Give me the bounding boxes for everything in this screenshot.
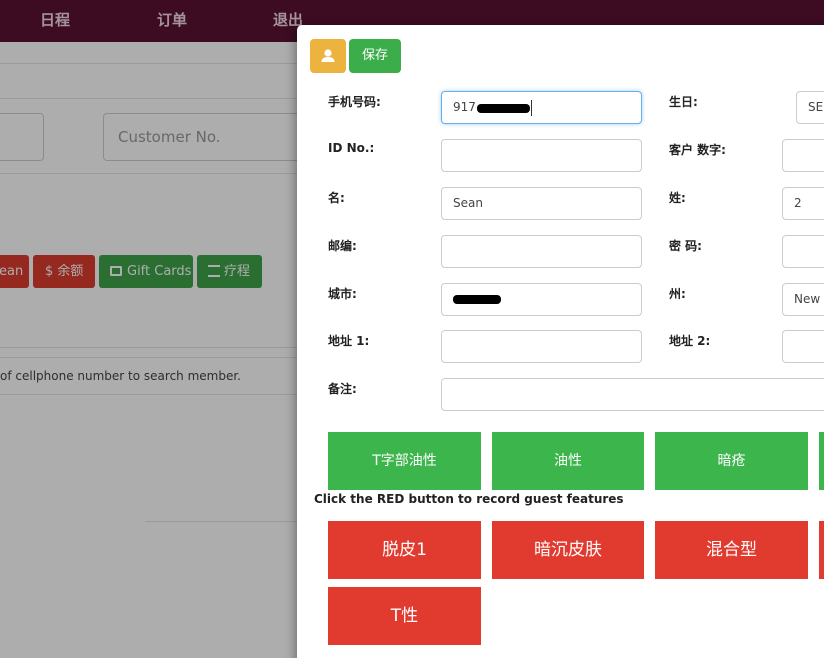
birthday-input[interactable]: SE	[796, 91, 824, 124]
user-icon	[321, 49, 335, 62]
zip-label: 邮编:	[328, 239, 357, 253]
phone-label: 手机号码:	[328, 95, 381, 109]
address1-label: 地址 1:	[328, 334, 370, 348]
feature-button-oily[interactable]: 油性	[492, 432, 644, 490]
birthday-value: SE	[808, 100, 824, 114]
state-select[interactable]: New	[782, 283, 824, 316]
features-hint: Click the RED button to record guest fea…	[314, 492, 624, 506]
user-button[interactable]	[310, 39, 346, 73]
redaction-mark	[453, 295, 501, 304]
last-name-input[interactable]: 2	[782, 187, 824, 220]
state-label: 州:	[669, 287, 686, 301]
address1-input[interactable]	[441, 330, 642, 363]
address2-label: 地址 2:	[669, 334, 711, 348]
feature-button-peeling[interactable]: 脱皮1	[328, 521, 481, 579]
notes-input[interactable]	[441, 378, 824, 411]
feature-button-dull-skin[interactable]: 暗沉皮肤	[492, 521, 644, 579]
feature-button-more-red[interactable]	[819, 521, 824, 579]
first-name-label: 名:	[328, 191, 345, 205]
feature-button-combination[interactable]: 混合型	[655, 521, 808, 579]
last-name-value: 2	[794, 196, 802, 210]
customer-modal: 保存 手机号码: 917 生日: SE ID No.: 客户 数字: 名: Se…	[297, 25, 824, 658]
first-name-input[interactable]: Sean	[441, 187, 642, 220]
password-input[interactable]	[782, 235, 824, 268]
city-input[interactable]	[441, 283, 642, 316]
feature-button-t-type[interactable]: T性	[328, 587, 481, 645]
feature-button-t-zone-oily[interactable]: T字部油性	[328, 432, 481, 490]
state-value: New	[794, 292, 821, 306]
id-no-label: ID No.:	[328, 141, 375, 155]
city-label: 城市:	[328, 287, 357, 301]
phone-input[interactable]: 917	[441, 91, 642, 124]
notes-label: 备注:	[328, 382, 357, 396]
feature-button-more[interactable]	[819, 432, 824, 490]
save-button[interactable]: 保存	[349, 39, 401, 73]
password-label: 密 码:	[669, 239, 702, 253]
last-name-label: 姓:	[669, 191, 686, 205]
customer-number-label: 客户 数字:	[669, 143, 726, 157]
first-name-value: Sean	[453, 196, 483, 210]
zip-input[interactable]	[441, 235, 642, 268]
birthday-label: 生日:	[669, 95, 698, 109]
redaction-mark	[477, 104, 530, 113]
text-cursor	[531, 100, 532, 116]
customer-number-input[interactable]	[782, 139, 824, 172]
phone-value: 917	[453, 100, 476, 114]
id-no-input[interactable]	[441, 139, 642, 172]
address2-input[interactable]	[782, 330, 824, 363]
feature-button-acne[interactable]: 暗疮	[655, 432, 808, 490]
